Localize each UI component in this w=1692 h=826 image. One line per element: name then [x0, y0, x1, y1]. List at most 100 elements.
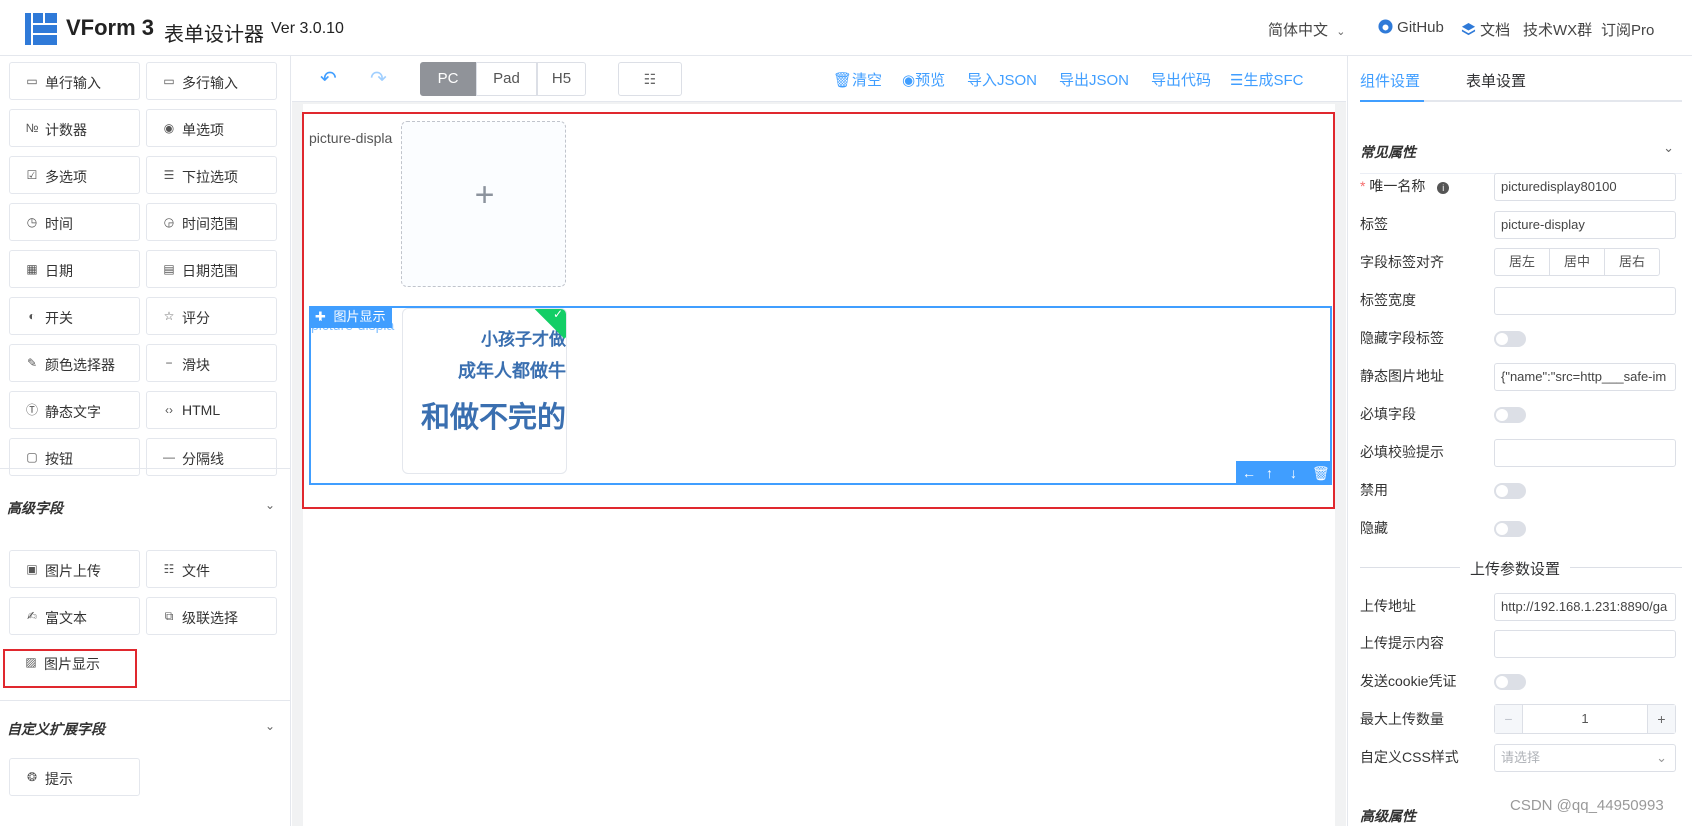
widget-rich-text[interactable]: ✍ 富文本 — [9, 597, 140, 635]
picture-placeholder[interactable]: + — [401, 121, 566, 287]
plus-icon[interactable]: + — [1647, 705, 1675, 733]
preview-text-line: 小孩子才做 — [481, 330, 566, 349]
widget-time[interactable]: ◷ 时间 — [9, 203, 140, 241]
label-input[interactable]: picture-display — [1494, 211, 1676, 239]
rich-text-icon: ✍ — [26, 609, 38, 623]
widget-single-line-input[interactable]: ▭ 单行输入 — [9, 62, 140, 100]
plus-icon: + — [474, 176, 495, 214]
delete-icon[interactable]: 🗑 — [1312, 461, 1330, 485]
form-item-picture-display[interactable]: picture-displa + — [309, 118, 1331, 290]
css-class-select[interactable]: 请选择 ⌄ — [1494, 744, 1676, 772]
tab-form-settings[interactable]: 表单设置 — [1466, 70, 1526, 91]
export-code-button[interactable]: 导出代码 — [1151, 69, 1211, 90]
align-left-button[interactable]: 居左 — [1494, 248, 1550, 276]
trash-icon: 🗑 — [833, 72, 853, 89]
tab-component-settings[interactable]: 组件设置 — [1360, 70, 1420, 91]
active-tab-indicator — [1360, 100, 1424, 102]
app-title: VForm 3 — [66, 15, 155, 40]
widget-picture-upload[interactable]: ▣ 图片上传 — [9, 550, 140, 588]
disabled-label: 禁用 — [1360, 482, 1388, 498]
language-select[interactable]: 简体中文 ⌄ — [1268, 19, 1345, 40]
widget-label: 图片上传 — [45, 563, 101, 579]
date-range-icon: ▤ — [163, 262, 175, 276]
node-tree-button[interactable]: ☷ — [618, 62, 682, 96]
preview-text-line: 和做不完的 — [420, 402, 566, 434]
subscribe-pro-link[interactable]: 订阅Pro — [1601, 19, 1654, 40]
widget-alert-bell[interactable]: ❂ 提示 — [9, 758, 140, 796]
device-pad-button[interactable]: Pad — [476, 62, 537, 96]
widget-number-counter[interactable]: № 计数器 — [9, 109, 140, 147]
cookie-switch[interactable] — [1494, 674, 1526, 690]
move-down-icon[interactable]: ↓ — [1290, 461, 1297, 485]
upload-tip-input[interactable] — [1494, 630, 1676, 658]
widget-date-range[interactable]: ▤ 日期范围 — [146, 250, 277, 288]
undo-icon[interactable]: ↶ — [320, 66, 337, 91]
widget-radio[interactable]: ◉ 单选项 — [146, 109, 277, 147]
widget-html[interactable]: ‹› HTML — [146, 391, 277, 429]
generate-sfc-button[interactable]: ☰生成SFC — [1230, 69, 1303, 90]
widget-color-picker[interactable]: ✎ 颜色选择器 — [9, 344, 140, 382]
select-parent-icon[interactable]: ← — [1242, 461, 1256, 485]
preview-button[interactable]: ◉预览 — [902, 69, 945, 90]
label-width-input[interactable] — [1494, 287, 1676, 315]
widget-label: HTML — [182, 402, 221, 418]
widget-multi-line-input[interactable]: ▭ 多行输入 — [146, 62, 277, 100]
upload-section-title: 上传参数设置 — [1460, 558, 1571, 579]
unique-name-input[interactable]: picturedisplay80100 — [1494, 173, 1676, 201]
export-json-button[interactable]: 导出JSON — [1059, 69, 1129, 90]
align-center-button[interactable]: 居中 — [1549, 248, 1605, 276]
device-h5-button[interactable]: H5 — [537, 62, 586, 96]
disabled-switch[interactable] — [1494, 483, 1526, 499]
widget-file[interactable]: ☷ 文件 — [146, 550, 277, 588]
html-icon: ‹› — [165, 403, 173, 417]
static-src-input[interactable]: {"name":"src=http___safe-im — [1494, 363, 1676, 391]
layers-icon — [1461, 22, 1476, 36]
csdn-watermark: CSDN @qq_44950993 — [1510, 797, 1664, 814]
required-hint-input[interactable] — [1494, 439, 1676, 467]
widget-date[interactable]: ▦ 日期 — [9, 250, 140, 288]
field-label: picture-displa — [311, 317, 395, 333]
widget-label: 多行输入 — [182, 75, 238, 91]
custom-section-header[interactable]: 自定义扩展字段 ⌄ — [0, 719, 290, 743]
advanced-props-title[interactable]: 高级属性 — [1360, 806, 1416, 826]
widget-divider[interactable]: — 分隔线 — [146, 438, 277, 476]
settings-panel: 组件设置 表单设置 常见属性 ⌄ * 唯一名称 i picturedisplay… — [1347, 56, 1692, 826]
hidden-switch[interactable] — [1494, 521, 1526, 537]
widget-static-text[interactable]: Ⓣ 静态文字 — [9, 391, 140, 429]
align-right-button[interactable]: 居右 — [1604, 248, 1660, 276]
widget-label: 富文本 — [45, 610, 87, 626]
redo-icon[interactable]: ↷ — [370, 66, 387, 91]
static-text-icon: Ⓣ — [25, 403, 38, 417]
widget-label: 滑块 — [182, 357, 210, 373]
github-link[interactable]: GitHub — [1378, 19, 1444, 36]
widget-checkbox[interactable]: ☑ 多选项 — [9, 156, 140, 194]
device-pc-button[interactable]: PC — [420, 62, 476, 96]
number-counter-icon: № — [25, 121, 39, 135]
widget-label: 文件 — [182, 563, 210, 579]
import-json-button[interactable]: 导入JSON — [967, 69, 1037, 90]
selected-widget[interactable]: ✚ 图片显示 picture-displa 小孩子才做 成年人都做牛 和做不完的… — [309, 306, 1332, 485]
move-up-icon[interactable]: ↑ — [1266, 461, 1273, 485]
clear-button[interactable]: 🗑清空 — [833, 69, 882, 90]
checkbox-icon: ☑ — [26, 168, 38, 182]
widget-slider[interactable]: − 滑块 — [146, 344, 277, 382]
widget-select[interactable]: ☰ 下拉选项 — [146, 156, 277, 194]
upload-url-input[interactable]: http://192.168.1.231:8890/ga — [1494, 593, 1676, 621]
wx-group-link[interactable]: 技术WX群 — [1523, 19, 1592, 40]
widget-time-range[interactable]: ◶ 时间范围 — [146, 203, 277, 241]
hide-label-switch[interactable] — [1494, 331, 1526, 347]
widget-cascader[interactable]: ⧉ 级联选择 — [146, 597, 277, 635]
minus-icon[interactable]: − — [1495, 705, 1523, 733]
widget-switch[interactable]: ◐ 开关 — [9, 297, 140, 335]
widget-label: 提示 — [45, 771, 73, 787]
max-count-value[interactable]: 1 — [1523, 705, 1647, 733]
widget-button[interactable]: ▢ 按钮 — [9, 438, 140, 476]
widget-star[interactable]: ☆ 评分 — [146, 297, 277, 335]
info-icon: i — [1437, 182, 1450, 194]
docs-link[interactable]: 文档 — [1461, 19, 1510, 40]
advanced-section-header[interactable]: 高级字段 ⌄ — [0, 498, 290, 522]
required-switch[interactable] — [1494, 407, 1526, 423]
common-props-header[interactable]: 常见属性 ⌄ — [1360, 134, 1682, 174]
multi-line-input-icon: ▭ — [163, 74, 175, 88]
single-line-input-icon: ▭ — [26, 74, 38, 88]
